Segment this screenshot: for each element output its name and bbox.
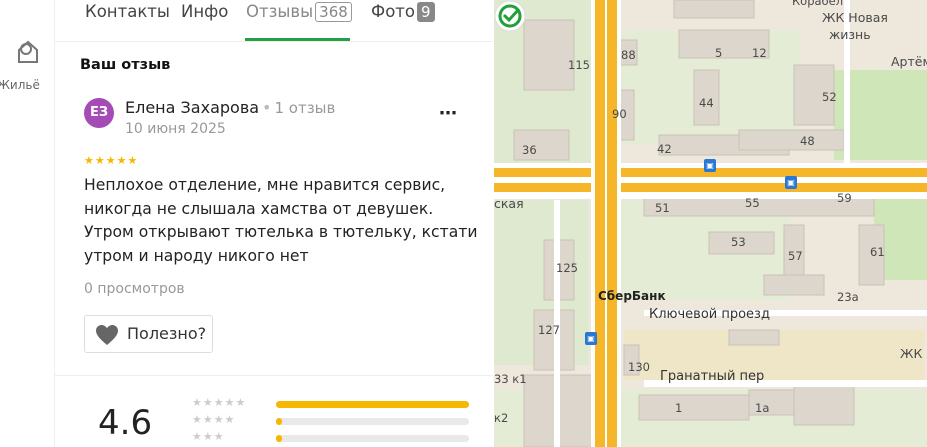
tab-label: Фото (371, 2, 416, 21)
map-label: Артём (891, 54, 927, 69)
tab-label: Инфо (181, 2, 229, 21)
helpful-label: Полезно? (127, 324, 207, 343)
street-label: Ключевой проезд (649, 307, 770, 322)
building-number: 42 (657, 142, 672, 156)
author-name: Елена Захарова (125, 98, 260, 117)
rating-row-stars: ★★★ (192, 430, 225, 443)
rating-bar-fill (276, 435, 282, 442)
heart-icon (96, 325, 118, 345)
building-number: 5 (715, 46, 723, 60)
views-count: 0 просмотров (84, 281, 185, 297)
map-label: ская (494, 196, 524, 211)
building-number: 88 (621, 48, 636, 62)
review-date: 10 июня 2025 (125, 121, 226, 137)
rating-row: ★★★★★ (192, 396, 482, 413)
building-number: 115 (568, 58, 590, 72)
active-tab-indicator (245, 38, 350, 41)
rating-distribution: ★★★★★ ★★★★ ★★★ (192, 396, 482, 447)
rating-bar-fill (276, 401, 469, 408)
map-label: Корабел (792, 0, 844, 8)
building-number: 55 (745, 196, 760, 210)
review-stars: ★★★★★ (84, 154, 139, 167)
building-number: 130 (628, 360, 650, 374)
bus-stop-icon[interactable]: ▣ (785, 176, 797, 189)
building-number: 44 (699, 96, 714, 110)
divider (55, 375, 493, 376)
rating-value: 4.6 (98, 403, 153, 443)
more-options-icon[interactable]: ⋯ (439, 103, 458, 124)
bus-stop-icon[interactable]: ▣ (585, 332, 597, 345)
tab-reviews[interactable]: Отзывы 368 (246, 2, 352, 22)
tab-label: Отзывы (246, 2, 314, 21)
building-number: 125 (556, 261, 578, 275)
review-text: Неплохое отделение, мне нравится сервис,… (84, 176, 478, 265)
building-number: 57 (788, 249, 803, 263)
rail-item-label: Жильё (0, 78, 40, 92)
tab-contacts[interactable]: Контакты (85, 2, 170, 21)
building-number: 53 (731, 235, 746, 249)
rating-bar-track (276, 418, 469, 425)
bus-stop-icon[interactable]: ▣ (704, 159, 716, 172)
organization-panel: Контакты Инфо Отзывы 368 Фото 9 Ваш отзыв … (55, 0, 493, 447)
sberbank-pin-icon[interactable] (494, 0, 526, 32)
building-number: 36 (522, 143, 537, 157)
housing-icon (17, 40, 38, 63)
building-number: 59 (837, 191, 852, 205)
rating-row: ★★★ (192, 430, 482, 447)
building-number: 1а (755, 401, 770, 415)
building-number: 12 (752, 46, 767, 60)
rail-item-housing[interactable]: Жильё (0, 36, 55, 92)
building-number: 48 (800, 134, 815, 148)
tab-label: Контакты (85, 2, 170, 21)
street-label: Гранатный пер (660, 369, 765, 384)
building-number: 52 (822, 90, 837, 104)
building-number: 61 (870, 245, 885, 259)
building-number: 127 (538, 323, 560, 337)
poi-label: СберБанк (598, 289, 666, 303)
tab-bar: Контакты Инфо Отзывы 368 Фото 9 (55, 0, 493, 42)
left-rail: Жильё (0, 0, 55, 447)
rating-row-stars: ★★★★★ (192, 396, 247, 409)
rating-row: ★★★★ (192, 413, 482, 430)
separator-dot: • (262, 98, 272, 117)
author-review-count: 1 отзыв (274, 99, 336, 117)
building-number: 1 (675, 401, 683, 415)
review-author[interactable]: Елена Захарова • 1 отзыв (125, 98, 335, 117)
building-number: к2 (494, 411, 509, 425)
building-number: 33 к1 (494, 372, 527, 386)
building-number: 51 (655, 201, 670, 215)
map[interactable]: Корабел ЖК Новая жизнь Артём ская ЖК Н 8… (494, 0, 927, 447)
helpful-button[interactable]: Полезно? (84, 315, 213, 353)
rating-bar-track (276, 435, 469, 442)
map-label: жизнь (829, 27, 871, 42)
avatar[interactable]: ЕЗ (84, 98, 114, 128)
building-number: 90 (612, 107, 627, 121)
rating-bar-track (276, 401, 469, 408)
map-label: ЖК Н (900, 346, 927, 361)
building-number: 23а (837, 290, 859, 304)
rating-row-stars: ★★★★ (192, 413, 236, 426)
rating-bar-fill (276, 418, 282, 425)
tab-photos[interactable]: Фото 9 (371, 2, 435, 22)
photos-count-badge: 9 (417, 2, 435, 22)
tab-info[interactable]: Инфо (181, 2, 228, 21)
reviews-count-badge: 368 (315, 2, 352, 22)
map-label: ЖК Новая (822, 10, 888, 25)
section-title: Ваш отзыв (80, 57, 171, 73)
